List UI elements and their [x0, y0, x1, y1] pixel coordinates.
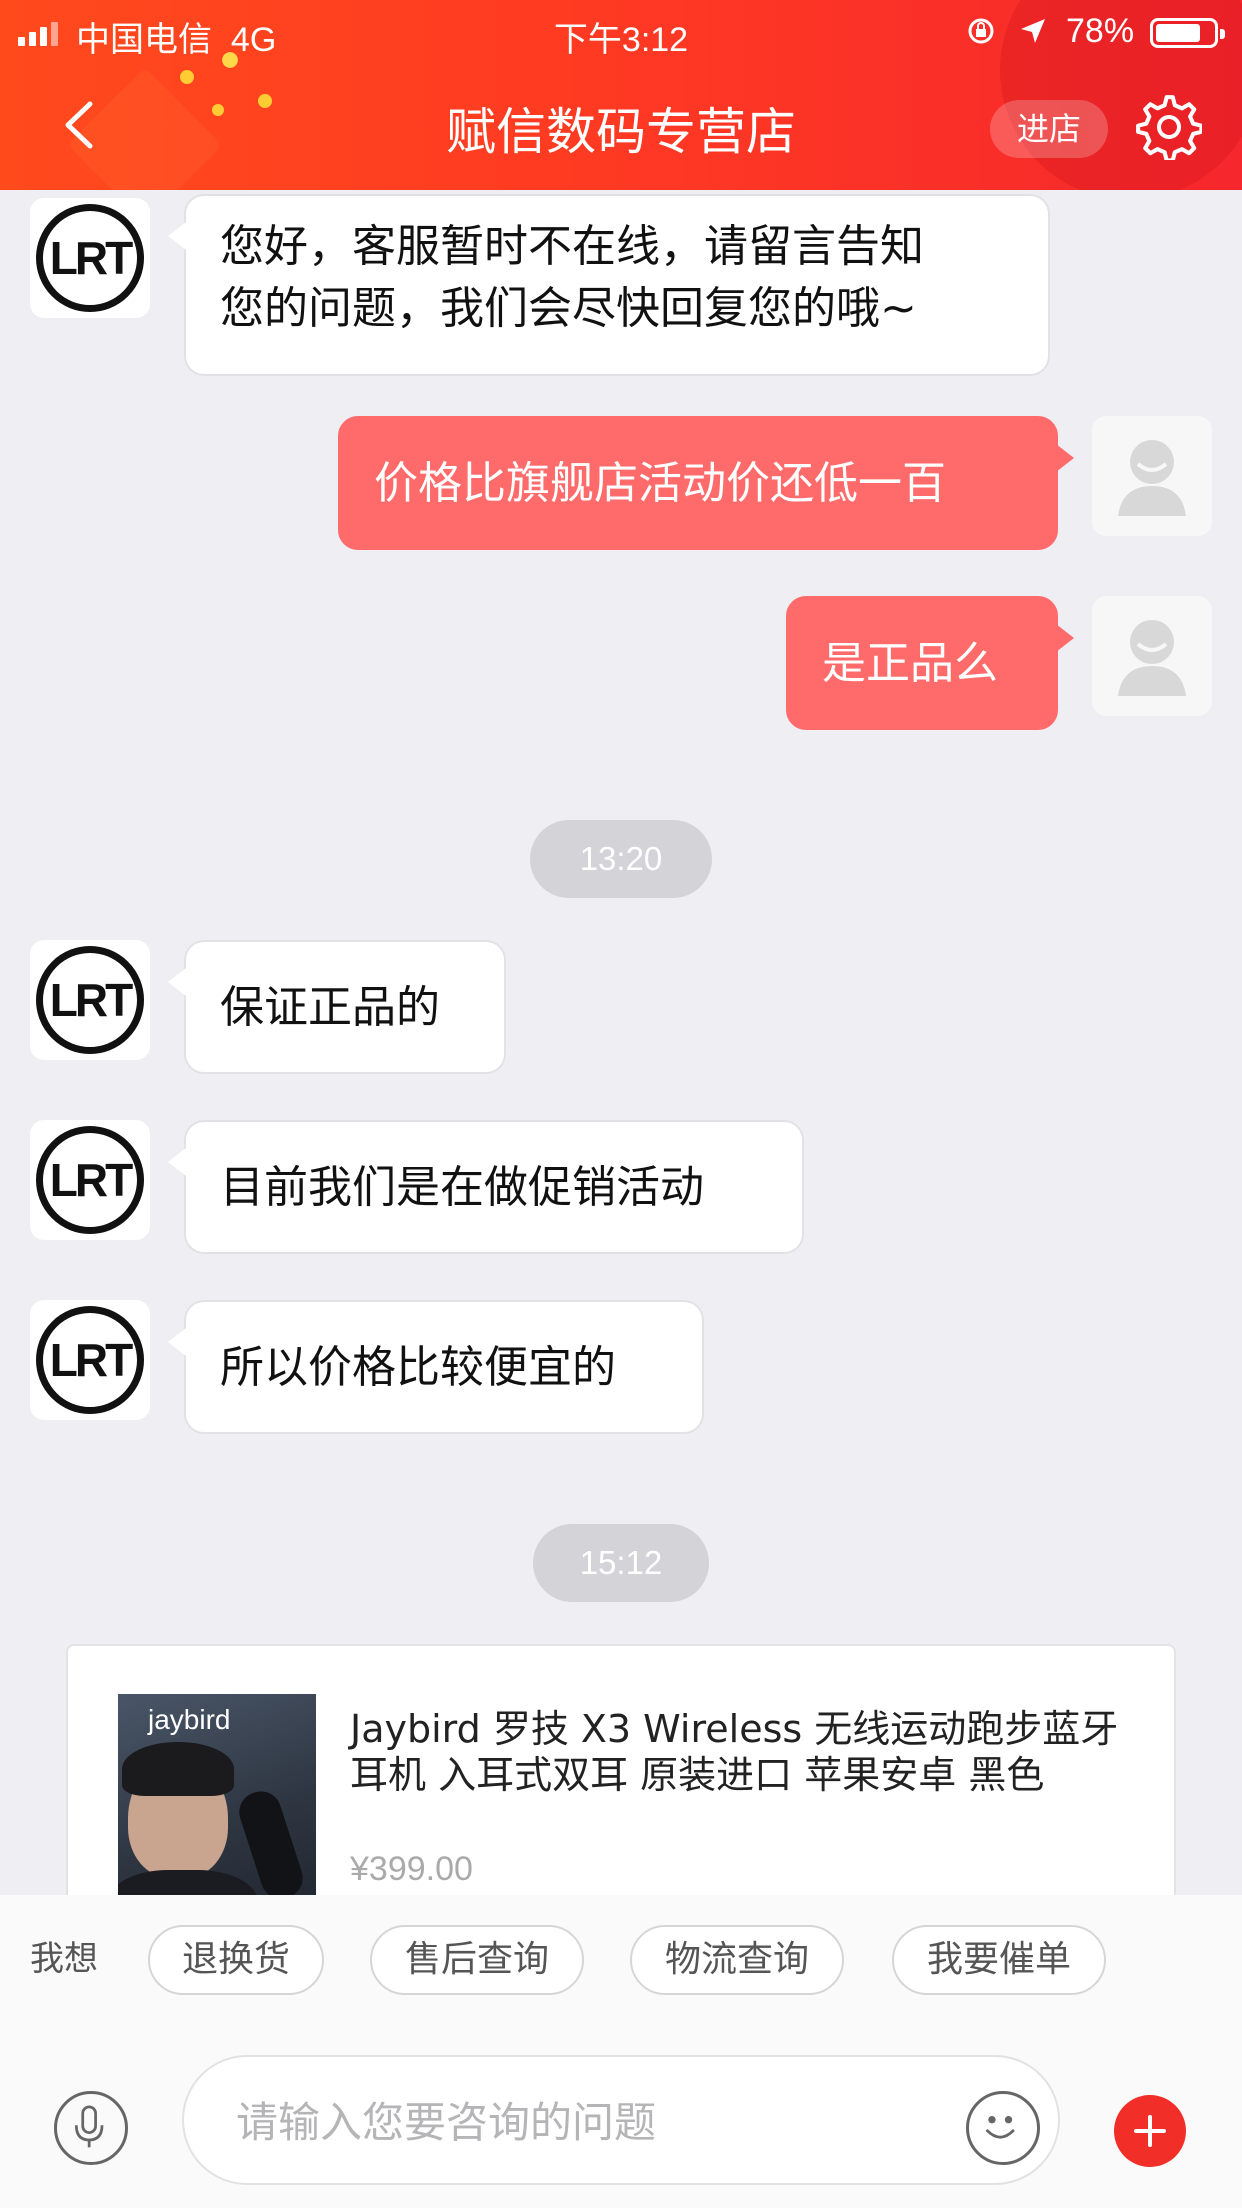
input-bar [0, 2015, 1242, 2208]
user-avatar-icon [1118, 440, 1186, 516]
chat-area[interactable]: LRT 您好，客服暂时不在线，请留言告知 您的问题，我们会尽快回复您的哦~ 价格… [0, 190, 1242, 1895]
smiley-icon [986, 2116, 1015, 2139]
message-bubble-user[interactable]: 是正品么 [786, 596, 1074, 730]
quick-action-after-sales[interactable]: 售后查询 [370, 1925, 584, 1995]
lrt-logo: LRT [36, 946, 144, 1054]
user-avatar[interactable] [1092, 416, 1212, 536]
message-bubble-shop[interactable]: 所以价格比较便宜的 [168, 1300, 704, 1434]
timestamp-badge: 13:20 [530, 820, 712, 898]
rotation-lock-icon [968, 18, 994, 44]
message-text: 所以价格比较便宜的 [220, 1342, 616, 1393]
shop-avatar[interactable]: LRT [30, 1300, 150, 1420]
quick-actions-label: 我想 [30, 1939, 98, 1979]
message-text: 您好，客服暂时不在线，请留言告知 [220, 221, 924, 272]
message-text: 目前我们是在做促销活动 [220, 1162, 704, 1213]
product-title-line: Jaybird 罗技 X3 Wireless 无线运动跑步蓝牙 [350, 1707, 1119, 1751]
plus-more-button[interactable] [1114, 2095, 1186, 2167]
model-figure [122, 1742, 234, 1796]
product-price: ¥399.00 [350, 1850, 473, 1888]
shop-avatar[interactable]: LRT [30, 940, 150, 1060]
jaybird-logo: jaybird [148, 1704, 231, 1735]
voice-input-button[interactable] [54, 2091, 128, 2165]
quick-action-return[interactable]: 退换货 [148, 1925, 324, 1995]
battery-icon [1150, 18, 1225, 48]
product-image[interactable]: jaybird [118, 1694, 316, 1895]
product-title[interactable]: Jaybird 罗技 X3 Wireless 无线运动跑步蓝牙 耳机 入耳式双耳… [350, 1706, 1150, 1798]
location-icon [1021, 19, 1045, 43]
product-card[interactable]: jaybird Jaybird 罗技 X3 Wireless 无线运动跑步蓝牙 … [66, 1644, 1176, 1895]
emoji-button[interactable] [966, 2091, 1040, 2165]
model-figure [118, 1870, 258, 1895]
battery-percentage: 78% [1066, 12, 1135, 50]
status-time: 下午3:12 [553, 21, 689, 59]
message-input[interactable] [236, 2087, 956, 2157]
timestamp-badge: 15:12 [533, 1524, 709, 1602]
settings-gear-icon[interactable] [1136, 94, 1202, 160]
message-bubble-shop[interactable]: 您好，客服暂时不在线，请留言告知 您的问题，我们会尽快回复您的哦~ [168, 194, 1050, 376]
message-bubble-shop[interactable]: 目前我们是在做促销活动 [168, 1120, 804, 1254]
battery-level-fill [1156, 24, 1200, 42]
nav-bar: 赋信数码专营店 进店 [0, 70, 1242, 180]
message-text: 是正品么 [822, 638, 998, 689]
lrt-logo: LRT [36, 204, 144, 312]
header-bar: 中国电信 4G 下午3:12 78% 赋信数码专营店 进店 [0, 0, 1242, 190]
message-text: 您的问题，我们会尽快回复您的哦~ [220, 283, 917, 334]
lrt-logo: LRT [36, 1126, 144, 1234]
shop-avatar[interactable]: LRT [30, 198, 150, 318]
quick-action-urge-order[interactable]: 我要催单 [892, 1925, 1106, 1995]
user-avatar-icon [1118, 620, 1186, 696]
enter-shop-button[interactable]: 进店 [990, 100, 1108, 158]
earbud-figure [234, 1786, 308, 1895]
message-input-box[interactable] [182, 2055, 1060, 2185]
status-bar: 中国电信 4G 下午3:12 78% [0, 0, 1242, 62]
quick-action-logistics[interactable]: 物流查询 [630, 1925, 844, 1995]
message-bubble-user[interactable]: 价格比旗舰店活动价还低一百 [338, 416, 1074, 550]
quick-actions-bar: 我想 退换货 售后查询 物流查询 我要催单 [0, 1895, 1242, 2015]
product-title-line: 耳机 入耳式双耳 原装进口 苹果安卓 黑色 [350, 1753, 1045, 1797]
message-text: 保证正品的 [220, 982, 440, 1033]
message-bubble-shop[interactable]: 保证正品的 [168, 940, 506, 1074]
microphone-icon [74, 2105, 104, 2148]
lrt-logo: LRT [36, 1306, 144, 1414]
shop-avatar[interactable]: LRT [30, 1120, 150, 1240]
user-avatar[interactable] [1092, 596, 1212, 716]
message-text: 价格比旗舰店活动价还低一百 [374, 458, 946, 509]
